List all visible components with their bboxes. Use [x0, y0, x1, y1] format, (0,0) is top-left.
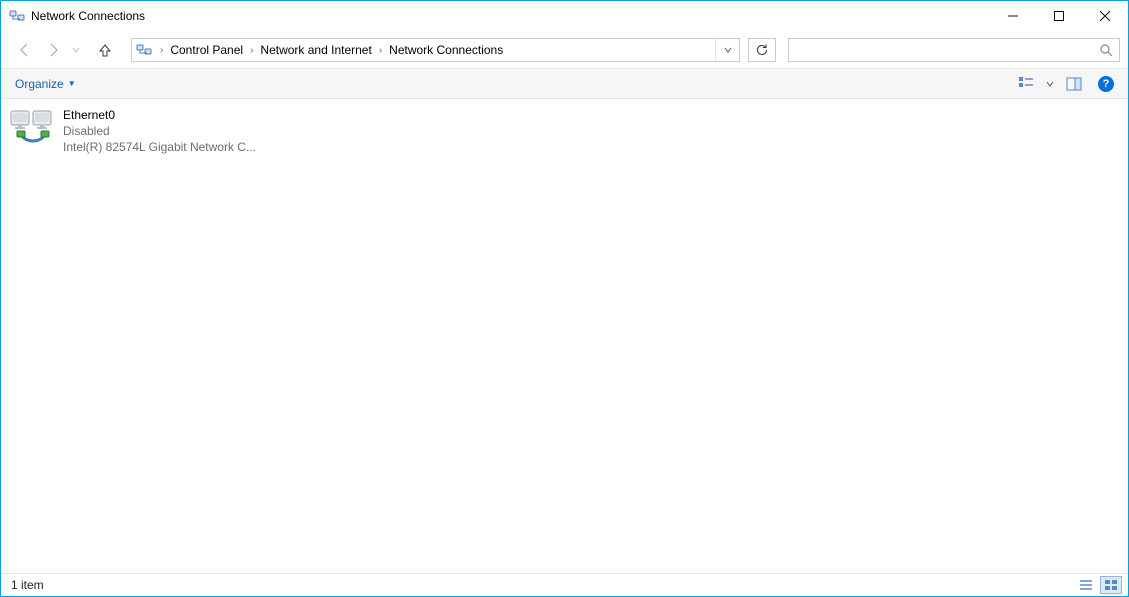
- preview-pane-button[interactable]: [1060, 72, 1088, 96]
- forward-button[interactable]: [41, 38, 65, 62]
- view-options-button[interactable]: [1012, 72, 1040, 96]
- up-button[interactable]: [93, 38, 117, 62]
- address-bar[interactable]: › Control Panel › Network and Internet ›…: [131, 38, 740, 62]
- refresh-button[interactable]: [748, 38, 776, 62]
- content-area[interactable]: Ethernet0 Disabled Intel(R) 82574L Gigab…: [1, 99, 1128, 573]
- organize-label: Organize: [15, 77, 64, 91]
- connection-status: Disabled: [63, 123, 256, 139]
- view-options-dropdown[interactable]: [1044, 80, 1056, 88]
- organize-menu[interactable]: Organize ▼: [9, 74, 82, 94]
- titlebar: Network Connections: [1, 1, 1128, 32]
- search-input[interactable]: [789, 39, 1093, 61]
- connection-device: Intel(R) 82574L Gigabit Network C...: [63, 139, 256, 155]
- connection-item-ethernet0[interactable]: Ethernet0 Disabled Intel(R) 82574L Gigab…: [5, 105, 265, 157]
- recent-dropdown[interactable]: [69, 38, 83, 62]
- help-button[interactable]: ?: [1092, 72, 1120, 96]
- help-icon: ?: [1098, 76, 1114, 92]
- window-frame: Network Connections: [0, 0, 1129, 597]
- connection-item-text: Ethernet0 Disabled Intel(R) 82574L Gigab…: [57, 107, 256, 155]
- details-view-toggle[interactable]: [1075, 576, 1097, 594]
- back-button[interactable]: [13, 38, 37, 62]
- tiles-view-toggle[interactable]: [1100, 576, 1122, 594]
- breadcrumb-separator[interactable]: ›: [156, 39, 167, 61]
- status-text: 1 item: [11, 578, 44, 592]
- details-view-icon: [1079, 579, 1093, 591]
- nav-row: › Control Panel › Network and Internet ›…: [1, 32, 1128, 68]
- breadcrumb-control-panel[interactable]: Control Panel ›: [167, 39, 257, 61]
- connection-name: Ethernet0: [63, 107, 256, 123]
- preview-pane-icon: [1066, 76, 1082, 92]
- status-bar: 1 item: [1, 573, 1128, 596]
- location-icon: [136, 42, 152, 58]
- close-button[interactable]: [1082, 1, 1128, 32]
- chevron-down-icon: ▼: [68, 79, 76, 88]
- network-adapter-icon: [9, 107, 57, 151]
- address-history-dropdown[interactable]: [715, 39, 739, 61]
- tiles-view-icon: [1104, 579, 1118, 591]
- search-icon: [1093, 39, 1119, 61]
- maximize-button[interactable]: [1036, 1, 1082, 32]
- chevron-right-icon: ›: [375, 45, 386, 56]
- app-icon: [9, 8, 25, 24]
- view-options-icon: [1018, 76, 1034, 92]
- chevron-right-icon: ›: [246, 45, 257, 56]
- command-bar: Organize ▼ ?: [1, 68, 1128, 99]
- window-title: Network Connections: [31, 9, 145, 23]
- refresh-icon: [755, 43, 769, 57]
- search-box[interactable]: [788, 38, 1120, 62]
- breadcrumb-network-and-internet[interactable]: Network and Internet ›: [257, 39, 386, 61]
- minimize-button[interactable]: [990, 1, 1036, 32]
- breadcrumb-network-connections[interactable]: Network Connections: [386, 39, 506, 61]
